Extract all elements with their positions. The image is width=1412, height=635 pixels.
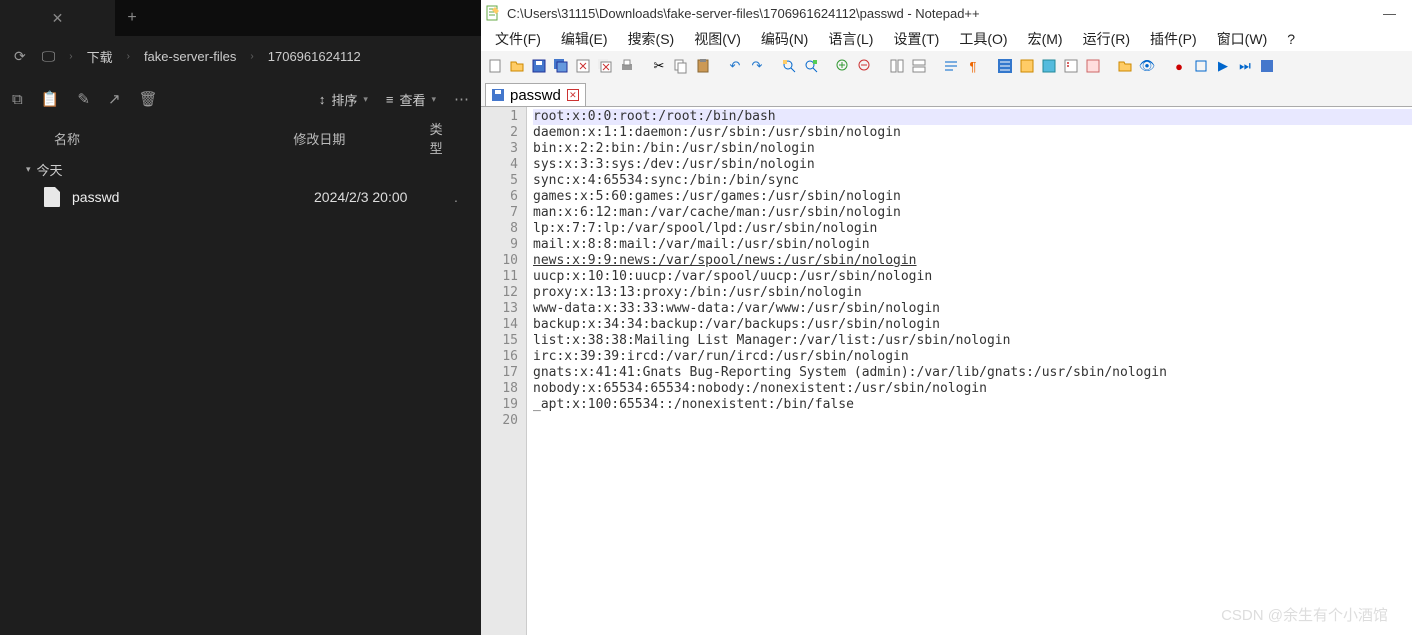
- menu-help[interactable]: ?: [1277, 31, 1305, 47]
- share-icon[interactable]: ↗: [108, 90, 121, 108]
- menu-window[interactable]: 窗口(W): [1207, 29, 1278, 49]
- tab-label: passwd: [510, 87, 561, 104]
- menu-settings[interactable]: 设置(T): [883, 29, 949, 49]
- chevron-right-icon: ›: [65, 51, 76, 62]
- func-list-icon[interactable]: [1083, 56, 1103, 76]
- udf-icon[interactable]: [1017, 56, 1037, 76]
- save-macro-icon[interactable]: [1257, 56, 1277, 76]
- delete-icon[interactable]: 🗑: [139, 90, 158, 108]
- column-headers: 名称 修改日期 类型: [0, 122, 481, 154]
- col-name[interactable]: 名称: [54, 129, 293, 148]
- replace-icon[interactable]: [801, 56, 821, 76]
- npp-toolbar: ✂ ↶ ↷ ¶ 👁 ● ▶ ⏭: [481, 51, 1412, 81]
- play-multi-icon[interactable]: ⏭: [1235, 56, 1255, 76]
- new-icon[interactable]: [485, 56, 505, 76]
- file-explorer: ✕ + ⟳ 🖵 › 下载 › fake-server-files › 17069…: [0, 0, 481, 635]
- col-type[interactable]: 类型: [430, 119, 455, 157]
- save-icon[interactable]: [529, 56, 549, 76]
- col-date[interactable]: 修改日期: [293, 129, 429, 148]
- folder-icon[interactable]: [1115, 56, 1135, 76]
- show-all-icon[interactable]: ¶: [963, 56, 983, 76]
- chevron-right-icon: ›: [246, 51, 257, 62]
- explorer-tabs: ✕ +: [0, 0, 481, 36]
- close-all-icon[interactable]: [595, 56, 615, 76]
- crumb-folder2[interactable]: 1706961624112: [262, 49, 367, 64]
- line-gutter: 1234567891011121314151617181920: [481, 107, 527, 635]
- view-button[interactable]: ≡ 查看 ▾: [386, 90, 436, 109]
- menu-run[interactable]: 运行(R): [1073, 29, 1140, 49]
- editor: 1234567891011121314151617181920 root:x:0…: [481, 106, 1412, 635]
- crumb-downloads[interactable]: 下载: [81, 47, 119, 66]
- menu-search[interactable]: 搜索(S): [618, 29, 685, 49]
- menu-edit[interactable]: 编辑(E): [551, 29, 618, 49]
- find-icon[interactable]: [779, 56, 799, 76]
- file-icon: [44, 187, 60, 207]
- zoom-out-icon[interactable]: [855, 56, 875, 76]
- disk-icon: [492, 89, 504, 101]
- cut-icon[interactable]: ✂: [649, 56, 669, 76]
- titlebar: C:\Users\31115\Downloads\fake-server-fil…: [481, 0, 1412, 26]
- menu-macro[interactable]: 宏(M): [1018, 29, 1073, 49]
- undo-icon[interactable]: ↶: [725, 56, 745, 76]
- minimize-button[interactable]: —: [1373, 6, 1406, 21]
- notepad-icon: [485, 5, 501, 21]
- indent-guide-icon[interactable]: [995, 56, 1015, 76]
- close-icon[interactable]: [573, 56, 593, 76]
- menu-view[interactable]: 视图(V): [684, 29, 751, 49]
- copy-icon[interactable]: [671, 56, 691, 76]
- rename-icon[interactable]: ✎: [77, 90, 90, 108]
- editor-tabbar: passwd ✕: [481, 81, 1412, 106]
- chevron-right-icon: ›: [123, 51, 134, 62]
- section-today[interactable]: ▾ 今天: [0, 154, 481, 181]
- chevron-down-icon: ▾: [26, 164, 31, 175]
- paste-icon[interactable]: 📋: [41, 90, 60, 108]
- editor-tab[interactable]: passwd ✕: [485, 83, 586, 106]
- file-row[interactable]: passwd 2024/2/3 20:00 .: [0, 181, 481, 213]
- more-icon[interactable]: ⋯: [454, 90, 469, 108]
- menu-plugins[interactable]: 插件(P): [1140, 29, 1207, 49]
- new-tab-button[interactable]: +: [115, 9, 149, 27]
- menu-file[interactable]: 文件(F): [485, 29, 551, 49]
- notepad-panel: C:\Users\31115\Downloads\fake-server-fil…: [481, 0, 1412, 635]
- file-date: 2024/2/3 20:00: [314, 189, 454, 205]
- menu-language[interactable]: 语言(L): [818, 29, 883, 49]
- active-tab[interactable]: ✕: [0, 0, 115, 36]
- doc-list-icon[interactable]: [1061, 56, 1081, 76]
- menubar: 文件(F) 编辑(E) 搜索(S) 视图(V) 编码(N) 语言(L) 设置(T…: [481, 26, 1412, 51]
- explorer-toolbar: ⧉ 📋 ✎ ↗ 🗑 ↕ 排序 ▾ ≡ 查看 ▾ ⋯: [0, 76, 481, 122]
- play-icon[interactable]: ▶: [1213, 56, 1233, 76]
- file-type: .: [454, 189, 458, 205]
- close-icon[interactable]: ✕: [52, 10, 64, 27]
- menu-encoding[interactable]: 编码(N): [751, 29, 818, 49]
- tab-close-icon[interactable]: ✕: [567, 89, 579, 101]
- breadcrumb: ⟳ 🖵 › 下载 › fake-server-files › 170696162…: [0, 36, 481, 76]
- menu-tools[interactable]: 工具(O): [949, 29, 1017, 49]
- code-area[interactable]: root:x:0:0:root:/root:/bin/bashdaemon:x:…: [527, 107, 1412, 635]
- zoom-in-icon[interactable]: [833, 56, 853, 76]
- file-name: passwd: [72, 189, 314, 205]
- crumb-folder1[interactable]: fake-server-files: [138, 49, 242, 64]
- record-icon[interactable]: ●: [1169, 56, 1189, 76]
- copy-icon[interactable]: ⧉: [12, 91, 23, 108]
- sort-button[interactable]: ↕ 排序 ▾: [319, 90, 368, 109]
- watermark: CSDN @余生有个小酒馆: [1221, 604, 1388, 625]
- sync-h-icon[interactable]: [909, 56, 929, 76]
- pc-icon[interactable]: 🖵: [36, 48, 62, 65]
- redo-icon[interactable]: ↷: [747, 56, 767, 76]
- paste-icon[interactable]: [693, 56, 713, 76]
- monitor-icon[interactable]: 👁: [1137, 56, 1157, 76]
- stop-icon[interactable]: [1191, 56, 1211, 76]
- title-text: C:\Users\31115\Downloads\fake-server-fil…: [507, 6, 1373, 21]
- save-all-icon[interactable]: [551, 56, 571, 76]
- print-icon[interactable]: [617, 56, 637, 76]
- wrap-icon[interactable]: [941, 56, 961, 76]
- sync-v-icon[interactable]: [887, 56, 907, 76]
- open-icon[interactable]: [507, 56, 527, 76]
- refresh-icon[interactable]: ⟳: [8, 48, 32, 65]
- doc-map-icon[interactable]: [1039, 56, 1059, 76]
